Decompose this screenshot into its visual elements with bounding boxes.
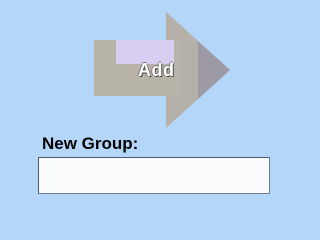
new-group-label: New Group: [42, 134, 139, 153]
arrow-head-shade [198, 41, 230, 99]
add-button-label: Add [138, 60, 175, 80]
add-button[interactable]: Add [94, 12, 230, 128]
add-group-panel: Add New Group: [0, 0, 292, 223]
new-group-input[interactable] [38, 157, 270, 194]
